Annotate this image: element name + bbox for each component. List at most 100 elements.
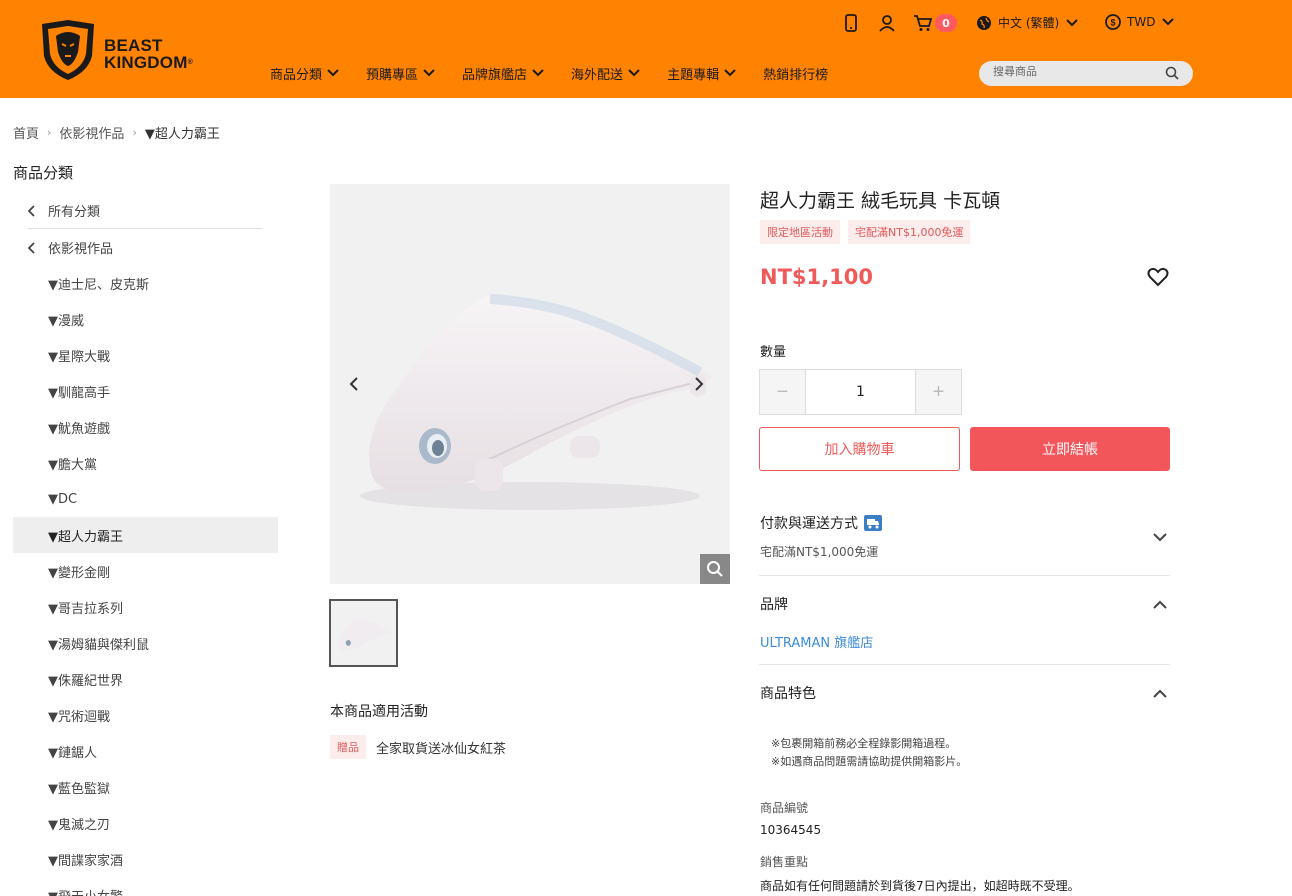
feature-note: ※如遇商品問題需請協助提供開箱影片。	[771, 755, 968, 768]
breadcrumb-home[interactable]: 首頁	[13, 123, 39, 142]
beast-kingdom-logo[interactable]: BEAST KINGDOM®	[38, 18, 208, 82]
breadcrumb-current: ▼超人力霸王	[144, 127, 220, 142]
sidebar-item[interactable]: ▼間諜家家酒	[13, 841, 278, 877]
chevron-down-icon	[532, 69, 544, 77]
chevron-down-icon[interactable]	[1152, 528, 1168, 547]
sidebar-item[interactable]: ▼飛天小女警	[13, 877, 278, 896]
sku-value: 10364545	[760, 823, 822, 837]
product-tag[interactable]: 限定地區活動	[760, 220, 840, 244]
plush-toy-thumbnail	[337, 618, 393, 651]
search-bar	[979, 61, 1193, 86]
sidebar-item[interactable]: ▼星際大戰	[13, 337, 278, 373]
quantity-input[interactable]	[805, 370, 916, 414]
nav-preorder[interactable]: 預購專區	[366, 64, 436, 83]
currency-selector[interactable]: $ TWD	[1105, 14, 1175, 30]
quantity-stepper: − +	[759, 369, 962, 415]
chevron-left-icon	[27, 204, 35, 217]
sidebar-back-all-label: 所有分類	[48, 205, 101, 220]
main-nav: 商品分類 預購專區 品牌旗艦店 海外配送 主題專輯 熱銷排行榜	[270, 64, 854, 83]
zoom-icon	[707, 561, 723, 577]
chevron-down-icon	[1162, 18, 1175, 26]
sidebar-item[interactable]: ▼DC	[13, 481, 278, 517]
sidebar-title: 商品分類	[13, 164, 74, 182]
svg-text:$: $	[1110, 18, 1115, 28]
sidebar-item[interactable]: ▼變形金剛	[13, 553, 278, 589]
currency-icon: $	[1105, 14, 1121, 30]
section-divider	[759, 575, 1170, 576]
user-icon[interactable]	[877, 12, 897, 34]
shipping-section-header[interactable]: 付款與運送方式	[760, 513, 882, 533]
globe-icon	[977, 15, 991, 30]
chevron-up-icon[interactable]	[1152, 596, 1168, 615]
increase-quantity-button[interactable]: +	[916, 370, 961, 414]
search-icon[interactable]	[1165, 66, 1179, 80]
prev-image-button[interactable]	[349, 376, 359, 396]
chevron-down-icon	[327, 69, 339, 77]
site-header: BEAST KINGDOM® 0 中文 (繁體) $ TWD 商品分類 預購專區…	[0, 0, 1292, 98]
feature-note: ※包裹開箱前務必全程錄影開箱過程。	[771, 737, 957, 750]
sidebar-item[interactable]: ▼藍色監獄	[13, 769, 278, 805]
sales-points-label: 銷售重點	[760, 855, 809, 869]
delivery-truck-icon	[864, 515, 882, 531]
sidebar-category-list: ▼迪士尼、皮克斯 ▼漫威 ▼星際大戰 ▼馴龍高手 ▼魷魚遊戲 ▼膽大黨 ▼DC …	[13, 265, 278, 896]
product-tag[interactable]: 宅配滿NT$1,000免運	[848, 220, 971, 244]
breadcrumb-separator: ›	[47, 126, 52, 139]
cart-icon[interactable]	[912, 12, 934, 34]
add-to-cart-button[interactable]: 加入購物車	[759, 427, 960, 471]
product-title: 超人力霸王 絨毛玩具 卡瓦頓	[760, 190, 1001, 212]
decrease-quantity-button[interactable]: −	[760, 370, 805, 414]
shipping-summary: 宅配滿NT$1,000免運	[760, 545, 879, 559]
breadcrumb-separator: ›	[132, 126, 137, 139]
product-tags: 限定地區活動 宅配滿NT$1,000免運	[760, 220, 971, 244]
sidebar-item[interactable]: ▼漫威	[13, 301, 278, 337]
language-selector[interactable]: 中文 (繁體)	[976, 14, 1079, 31]
chevron-down-icon	[628, 69, 640, 77]
promo-row: 贈品 全家取貨送冰仙女紅茶	[330, 735, 506, 759]
sidebar-item[interactable]: ▼馴龍高手	[13, 373, 278, 409]
section-divider	[759, 664, 1170, 665]
sidebar-item[interactable]: ▼魷魚遊戲	[13, 409, 278, 445]
features-section-header[interactable]: 商品特色	[760, 683, 816, 703]
features-section-title: 商品特色	[760, 686, 816, 702]
sidebar-item[interactable]: ▼鬼滅之刃	[13, 805, 278, 841]
chevron-up-icon[interactable]	[1152, 685, 1168, 704]
quantity-label: 數量	[760, 345, 787, 360]
brand-store-link[interactable]: ULTRAMAN 旗艦店	[760, 632, 873, 651]
promo-text[interactable]: 全家取貨送冰仙女紅茶	[376, 738, 506, 757]
product-thumbnail[interactable]	[329, 599, 398, 667]
sidebar-item[interactable]: ▼侏羅紀世界	[13, 661, 278, 697]
promo-section-title: 本商品適用活動	[330, 704, 428, 720]
sidebar-item[interactable]: ▼湯姆貓與傑利鼠	[13, 625, 278, 661]
plush-toy-illustration	[360, 294, 711, 510]
buy-now-button[interactable]: 立即結帳	[970, 427, 1170, 471]
chevron-left-icon	[27, 241, 35, 254]
nav-brand-stores[interactable]: 品牌旗艦店	[462, 64, 545, 83]
sidebar-back-all[interactable]: 所有分類	[26, 201, 100, 220]
product-main-image[interactable]	[330, 184, 730, 584]
lion-shield-icon	[42, 20, 94, 80]
breadcrumb-category[interactable]: 依影視作品	[59, 123, 124, 142]
nav-overseas-shipping[interactable]: 海外配送	[571, 64, 641, 83]
nav-bestsellers[interactable]: 熱銷排行榜	[763, 64, 828, 83]
brand-section-header[interactable]: 品牌	[760, 594, 788, 614]
mobile-icon[interactable]	[843, 12, 859, 34]
sidebar-item-active[interactable]: ▼超人力霸王	[13, 517, 278, 553]
search-input[interactable]	[993, 65, 1163, 78]
currency-label: TWD	[1127, 15, 1156, 29]
sidebar-back-parent-label: 依影視作品	[48, 242, 114, 257]
nav-product-categories[interactable]: 商品分類	[270, 64, 340, 83]
gift-tag: 贈品	[330, 735, 366, 759]
chevron-down-icon	[1066, 18, 1078, 26]
sidebar-item[interactable]: ▼鏈鋸人	[13, 733, 278, 769]
sidebar-item[interactable]: ▼膽大黨	[13, 445, 278, 481]
brand-wordmark: BEAST KINGDOM®	[104, 36, 193, 72]
sidebar-item[interactable]: ▼迪士尼、皮克斯	[13, 265, 278, 301]
sales-points-text: 商品如有任何問題請於到貨後7日內提出，如超時既不受理。	[760, 879, 1080, 893]
sidebar-back-parent[interactable]: 依影視作品	[26, 238, 113, 257]
wishlist-heart-icon[interactable]	[1147, 267, 1169, 291]
zoom-button[interactable]	[700, 554, 730, 584]
sidebar-item[interactable]: ▼咒術迴戰	[13, 697, 278, 733]
nav-themes[interactable]: 主題專輯	[667, 64, 737, 83]
next-image-button[interactable]	[694, 376, 704, 396]
sidebar-item[interactable]: ▼哥吉拉系列	[13, 589, 278, 625]
